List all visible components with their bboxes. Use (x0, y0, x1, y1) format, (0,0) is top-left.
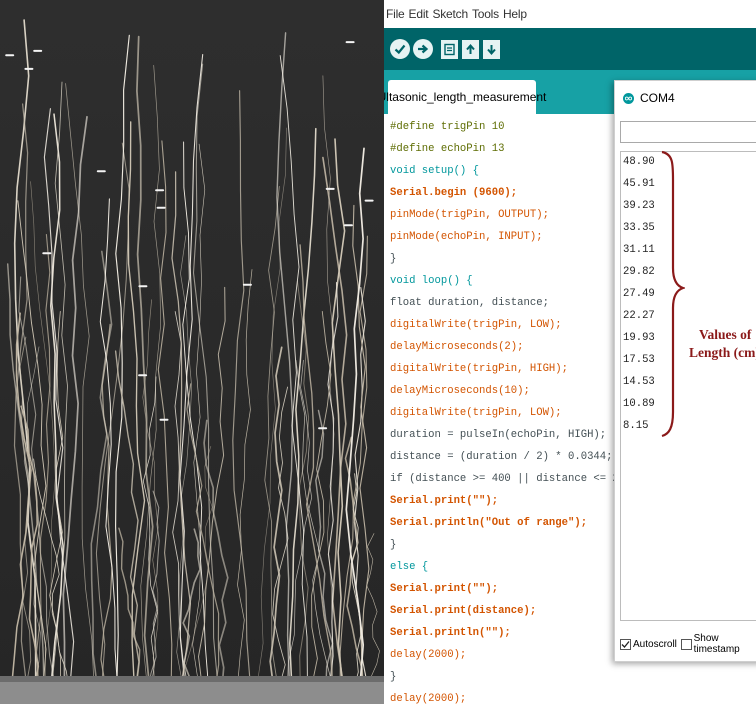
serial-value: 10.89 (623, 398, 655, 410)
code-line-16: distance = (duration / 2) * 0.0344; (390, 451, 613, 463)
length-values-annotation: Values of Length (cm) (689, 327, 756, 360)
verify-button[interactable] (390, 39, 410, 59)
serial-value: 19.93 (623, 332, 655, 344)
marker-tick (364, 199, 374, 202)
upload-icon (418, 44, 429, 54)
show-timestamp-label: Show timestamp (693, 633, 740, 655)
arduino-logo-icon (623, 92, 634, 104)
code-line-13: delayMicroseconds(10); (390, 385, 530, 397)
code-line-7: } (390, 253, 397, 265)
code-line-5: pinMode(trigPin, OUTPUT); (390, 209, 549, 221)
serial-send-input[interactable] (620, 121, 756, 143)
marker-tick (96, 170, 106, 173)
code-line-26: } (390, 671, 397, 683)
serial-value: 22.27 (623, 310, 655, 322)
menu-bar: File Edit Sketch Tools Help (384, 0, 756, 28)
code-line-23: Serial.print(distance); (390, 605, 537, 617)
marker-tick (345, 41, 355, 44)
menu-file[interactable]: File (386, 7, 405, 21)
menu-tools[interactable]: Tools (472, 7, 499, 21)
code-line-17: if (distance >= 400 || distance <= 2){ (390, 473, 632, 485)
marker-tick (138, 285, 148, 288)
code-line-8: void loop() { (390, 275, 473, 287)
serial-value: 45.91 (623, 178, 655, 190)
serial-value: 48.90 (623, 156, 655, 168)
serial-output-area: 48.90 45.91 39.23 33.35 31.11 29.82 27.4… (620, 150, 756, 621)
marker-tick (343, 224, 353, 227)
serial-monitor-titlebar: COM4 (615, 81, 756, 115)
serial-value: 17.53 (623, 354, 655, 366)
code-line-10: digitalWrite(trigPin, LOW); (390, 319, 562, 331)
checkmark-icon (621, 640, 630, 648)
serial-value: 31.11 (623, 244, 655, 256)
serial-value: 14.53 (623, 376, 655, 388)
autoscroll-checkbox[interactable] (620, 638, 631, 650)
new-button[interactable] (441, 39, 458, 59)
verify-icon (394, 44, 406, 55)
save-icon (487, 44, 496, 55)
marker-tick (5, 54, 15, 57)
marker-tick (138, 374, 148, 377)
new-icon (444, 43, 455, 55)
marker-tick (156, 206, 166, 209)
code-line-11: delayMicroseconds(2); (390, 341, 524, 353)
upload-button[interactable] (413, 39, 433, 59)
code-line-9: float duration, distance; (390, 297, 549, 309)
code-line-25: delay(2000); (390, 649, 467, 661)
serial-value: 33.35 (623, 222, 655, 234)
menu-edit[interactable]: Edit (409, 7, 429, 21)
menu-help[interactable]: Help (503, 7, 527, 21)
code-line-20: } (390, 539, 397, 551)
code-editor[interactable]: #define trigPin 10 #define echoPin 13 vo… (384, 114, 632, 704)
serial-footer: Autoscroll Show timestamp (615, 629, 756, 659)
code-line-19: Serial.println("Out of range"); (390, 517, 588, 529)
serial-monitor-window: COM4 48.90 45.91 39.23 33.35 31.11 29.82… (614, 80, 756, 662)
marker-tick (159, 418, 169, 421)
code-line-4: Serial.begin (9600); (390, 187, 518, 199)
code-line-24: Serial.println(""); (390, 627, 511, 639)
serial-value: 8.15 (623, 420, 649, 432)
serial-value: 27.49 (623, 288, 655, 300)
serial-value: 29.82 (623, 266, 655, 278)
code-line-1: #define trigPin 10 (390, 121, 505, 133)
code-line-14: digitalWrite(trigPin, LOW); (390, 407, 562, 419)
code-line-2: #define echoPin 13 (390, 143, 505, 155)
root-photograph-drawing (0, 0, 384, 704)
menu-sketch[interactable]: Sketch (432, 7, 468, 21)
root-photograph (0, 0, 384, 704)
marker-tick (242, 283, 252, 286)
code-line-21: else { (390, 561, 429, 573)
code-line-6: pinMode(echoPin, INPUT); (390, 231, 543, 243)
autoscroll-label: Autoscroll (633, 638, 677, 650)
marker-tick (318, 427, 328, 430)
marker-tick (155, 189, 165, 192)
code-line-27: delay(2000); (390, 693, 467, 704)
tab-sketch[interactable]: Ultasonic_length_measurement (384, 80, 546, 114)
save-button[interactable] (483, 39, 500, 59)
serial-value: 39.23 (623, 200, 655, 212)
marker-tick (42, 252, 52, 255)
open-button[interactable] (462, 39, 479, 59)
serial-monitor-title: COM4 (640, 91, 675, 105)
curly-brace-annotation (661, 150, 685, 438)
marker-tick (24, 67, 34, 70)
code-line-3: void setup() { (390, 165, 480, 177)
code-line-22: Serial.print(""); (390, 583, 499, 595)
arduino-ide: File Edit Sketch Tools Help Ultasonic_le… (384, 0, 756, 704)
marker-tick (33, 49, 43, 52)
show-timestamp-checkbox[interactable] (680, 638, 692, 650)
code-line-12: digitalWrite(trigPin, HIGH); (390, 363, 569, 375)
code-line-15: duration = pulseIn(echoPin, HIGH); (390, 429, 607, 441)
open-icon (466, 43, 475, 54)
marker-tick (325, 187, 335, 190)
toolbar (384, 28, 756, 70)
code-line-18: Serial.print(""); (390, 495, 499, 507)
